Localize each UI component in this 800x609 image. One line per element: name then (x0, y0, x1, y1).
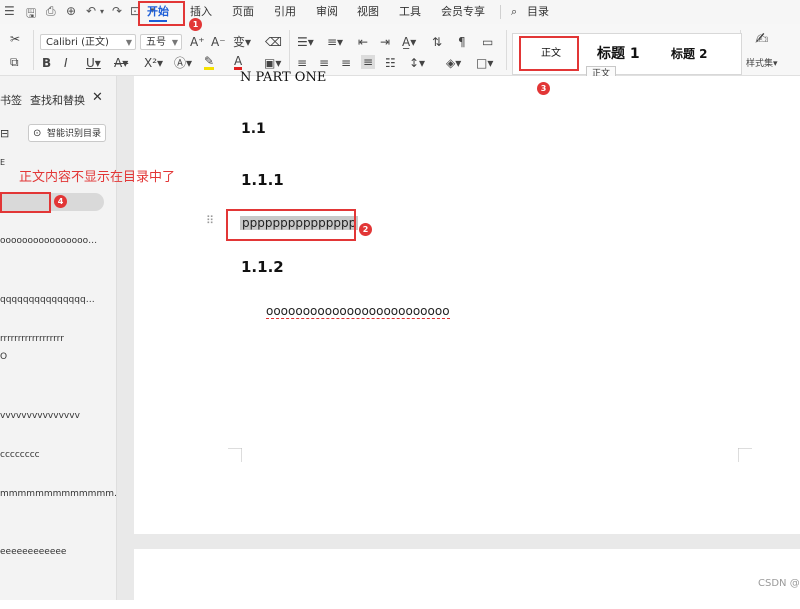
tab-tools[interactable]: 工具 (399, 0, 421, 24)
italic-icon[interactable]: I (64, 56, 68, 70)
show-marks-icon[interactable]: ¶ (458, 35, 466, 49)
search-icon[interactable]: ⌕ (511, 0, 517, 24)
next-page[interactable] (134, 549, 800, 609)
phonetic-guide-icon[interactable]: 变▾ (233, 35, 251, 49)
superscript-icon[interactable]: X²▾ (144, 56, 163, 70)
ribbon-divider (289, 30, 290, 70)
toc-item[interactable]: qqqqqqqqqqqqqqq… (0, 295, 95, 305)
undo-icon[interactable]: ↶ (86, 4, 96, 18)
clear-format-icon[interactable]: ⌫ (265, 35, 282, 49)
shading-icon[interactable]: ◈▾ (446, 56, 461, 70)
paste-special-icon[interactable]: ⧉ (10, 55, 19, 69)
menu-divider (500, 5, 501, 19)
style-set-button[interactable]: 样式集▾ (746, 57, 778, 71)
toc-item[interactable]: cccccccc (0, 450, 40, 460)
smart-toc-button[interactable]: ⊙ 智能识别目录 (28, 124, 106, 142)
justify-icon[interactable]: ≡ (361, 55, 376, 69)
step-badge-1: 1 (189, 18, 202, 31)
heading-1-1-2: 1.1.2 (241, 258, 284, 276)
page-corner-mark (738, 448, 752, 462)
search-toc-label[interactable]: 目录 (527, 0, 549, 24)
drag-handle-icon[interactable]: ⠿ (206, 214, 214, 227)
collapse-toc-icon[interactable]: ⊟ (0, 127, 9, 140)
navigation-pane: 书签 查找和替换 ✕ ⊟ ⊙ 智能识别目录 E oooooooooooooooo… (0, 76, 117, 600)
body-paragraph[interactable]: ooooooooooooooooooooooooo (266, 304, 450, 319)
toc-item[interactable]: rrrrrrrrrrrrrrrrrr (0, 334, 64, 344)
sort-icon[interactable]: ⇅ (432, 35, 442, 49)
toc-item[interactable]: O (0, 352, 7, 362)
print-preview-icon[interactable]: ⊕ (66, 4, 76, 18)
tab-references[interactable]: 引用 (274, 0, 296, 24)
strikethrough-icon[interactable]: A▾ (114, 56, 128, 70)
style-set-icon[interactable]: ✍ (755, 31, 768, 47)
cut-icon[interactable]: ✂ (10, 32, 20, 46)
highlight-nav-item (0, 192, 51, 213)
distribute-icon[interactable]: ☷ (385, 56, 396, 70)
tab-member[interactable]: 会员专享 (441, 0, 485, 24)
font-size-value: 五号 (146, 37, 166, 48)
partial-title: N PART ONE (240, 70, 327, 85)
tab-bookmarks[interactable]: 书签 (0, 92, 22, 108)
undo-dropdown-icon[interactable]: ▾ (100, 7, 104, 16)
toc-item[interactable]: E (0, 158, 5, 167)
style-heading-2[interactable]: 标题 2 (671, 34, 708, 74)
char-border-icon[interactable]: ▣▾ (264, 56, 281, 70)
font-color-icon[interactable]: A (234, 55, 243, 70)
highlight-selected-paragraph (226, 209, 356, 241)
highlight-icon[interactable]: ✎ (204, 55, 215, 70)
text-effect-icon[interactable]: Ⓐ▾ (174, 56, 192, 70)
font-size-select[interactable]: 五号 ▼ (140, 34, 182, 50)
document-page[interactable]: N PART ONE 1.1 1.1.1 ⠿ ppppppppppppppp 1… (134, 70, 800, 534)
tab-find-replace[interactable]: 查找和替换 (30, 92, 85, 108)
chinese-layout-icon[interactable]: A̲▾ (402, 35, 416, 49)
menu-bar: ☰ 🖫 ⎙ ⊕ ↶ ▾ ↷ ⊡ ▾ 开始 插入 页面 引用 审阅 视图 工具 会… (0, 0, 800, 24)
save-icon[interactable]: 🖫 (26, 4, 36, 25)
bold-icon[interactable]: B (42, 56, 51, 70)
borders-icon[interactable]: □▾ (476, 56, 493, 70)
decrease-indent-icon[interactable]: ⇤ (358, 35, 368, 49)
align-right-icon[interactable]: ≡ (341, 56, 351, 70)
style-set-label: 样式集 (746, 59, 774, 69)
heading-1-1-1: 1.1.1 (241, 171, 284, 189)
font-name-select[interactable]: Calibri (正文) ▼ (40, 34, 136, 50)
font-name-value: Calibri (正文) (46, 37, 109, 48)
grow-font-icon[interactable]: A⁺ (190, 35, 205, 49)
step-badge-2: 2 (359, 223, 372, 236)
numbered-list-icon[interactable]: ≡▾ (327, 35, 343, 49)
table-border-icon[interactable]: ▭ (482, 35, 493, 49)
step-badge-4: 4 (54, 195, 67, 208)
page-corner-mark (228, 448, 242, 462)
file-menu-icon[interactable]: ☰ (4, 4, 15, 18)
tab-review[interactable]: 审阅 (316, 0, 338, 24)
chevron-down-icon: ▼ (125, 38, 132, 47)
tab-page[interactable]: 页面 (232, 0, 254, 24)
bullet-list-icon[interactable]: ☰▾ (297, 35, 314, 49)
line-spacing-icon[interactable]: ↕▾ (409, 56, 425, 70)
step-badge-3: 3 (537, 82, 550, 95)
heading-1-1: 1.1 (241, 121, 266, 137)
close-icon[interactable]: ✕ (92, 90, 103, 105)
watermark: CSDN @ (758, 578, 800, 589)
redo-icon[interactable]: ↷ (112, 4, 122, 18)
align-center-icon[interactable]: ≡ (319, 56, 329, 70)
ai-icon: ⊙ (33, 128, 42, 139)
highlight-home-tab (138, 1, 185, 26)
toc-item[interactable]: eeeeeeeeeeee (0, 547, 66, 557)
annotation-note: 正文内容不显示在目录中了 (19, 170, 176, 185)
ribbon-divider (33, 30, 34, 70)
align-left-icon[interactable]: ≡ (297, 56, 307, 70)
increase-indent-icon[interactable]: ⇥ (380, 35, 390, 49)
toc-item[interactable]: mmmmmmmmmmmmm… (0, 489, 116, 499)
underline-icon[interactable]: U▾ (86, 56, 101, 70)
shrink-font-icon[interactable]: A⁻ (211, 35, 226, 49)
tab-view[interactable]: 视图 (357, 0, 379, 24)
chevron-down-icon: ▼ (171, 38, 178, 47)
ribbon-divider (506, 30, 507, 70)
print-icon[interactable]: ⎙ (46, 4, 56, 19)
toc-item[interactable]: vvvvvvvvvvvvvvv (0, 411, 80, 421)
highlight-normal-style (519, 36, 579, 71)
smart-toc-label: 智能识别目录 (47, 129, 102, 139)
toc-item[interactable]: oooooooooooooooo… (0, 236, 97, 246)
